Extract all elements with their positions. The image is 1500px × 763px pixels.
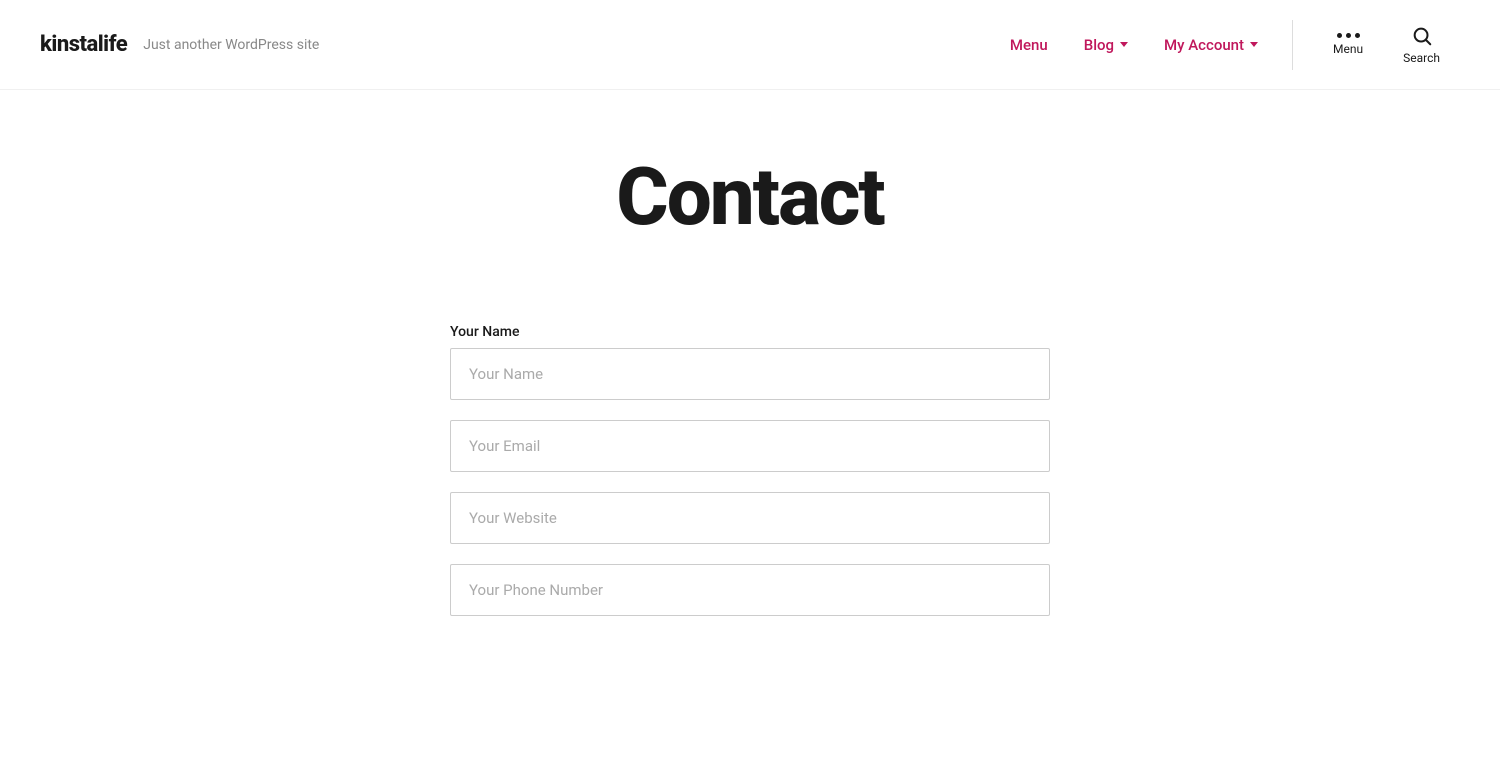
phone-input[interactable] (450, 564, 1050, 616)
site-tagline: Just another WordPress site (143, 37, 319, 53)
my-account-chevron-icon (1250, 42, 1258, 47)
search-icon-label: Search (1403, 51, 1440, 65)
email-input[interactable] (450, 420, 1050, 472)
search-button[interactable]: Search (1383, 17, 1460, 73)
main-nav: Menu Blog My Account (996, 28, 1272, 62)
website-field-group (450, 492, 1050, 544)
name-label: Your Name (450, 324, 1050, 340)
mobile-menu-button[interactable]: Menu (1313, 25, 1383, 64)
header-left: kinstalife Just another WordPress site (40, 32, 319, 57)
search-icon (1411, 25, 1433, 47)
site-header: kinstalife Just another WordPress site M… (0, 0, 1500, 90)
phone-field-group (450, 564, 1050, 616)
blog-chevron-icon (1120, 42, 1128, 47)
site-title: kinstalife (40, 32, 127, 57)
website-input[interactable] (450, 492, 1050, 544)
email-field-group (450, 420, 1050, 472)
name-input[interactable] (450, 348, 1050, 400)
contact-form: Your Name (450, 324, 1050, 636)
blog-link[interactable]: Blog (1070, 28, 1142, 62)
header-right: Menu Blog My Account Menu (996, 17, 1460, 73)
menu-icon-label: Menu (1333, 42, 1363, 56)
menu-link[interactable]: Menu (996, 28, 1062, 62)
page-title: Contact (616, 150, 883, 244)
name-field-group: Your Name (450, 324, 1050, 400)
header-divider (1292, 20, 1293, 70)
three-dots-icon (1337, 33, 1360, 38)
main-content: Contact Your Name (0, 90, 1500, 676)
my-account-link[interactable]: My Account (1150, 28, 1272, 62)
